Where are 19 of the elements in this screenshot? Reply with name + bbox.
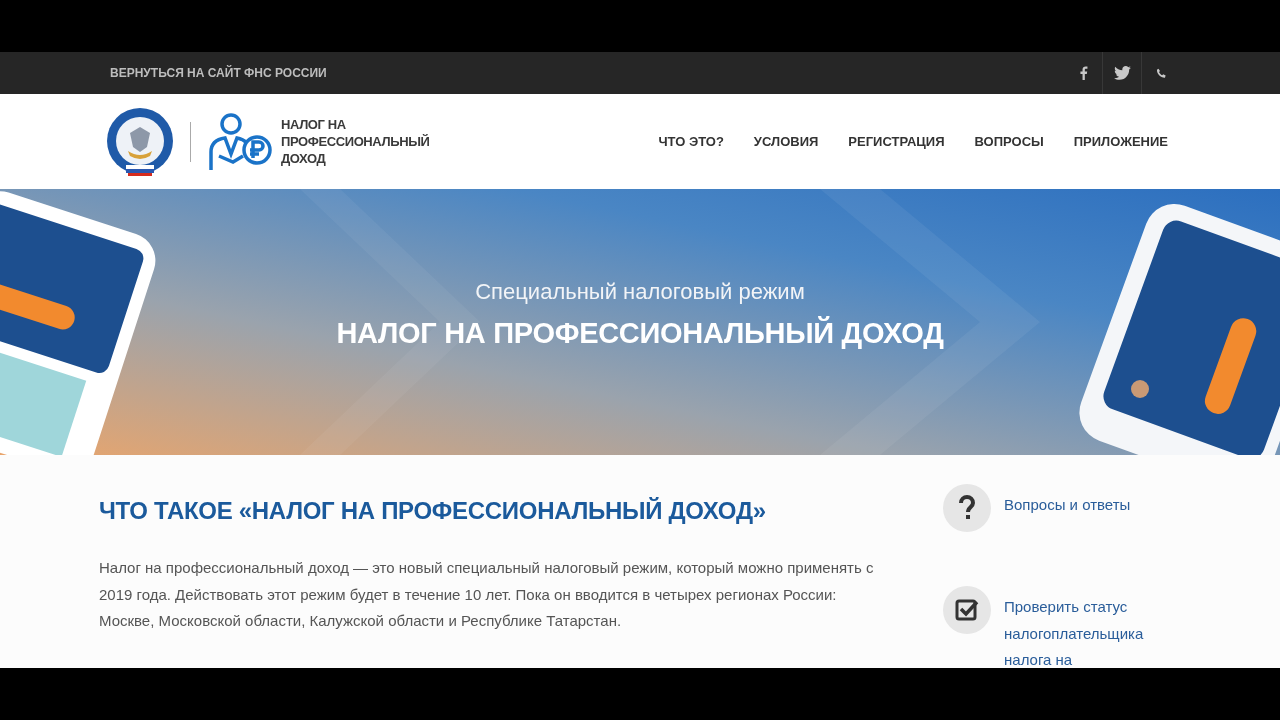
- nav-link[interactable]: УСЛОВИЯ: [753, 134, 819, 149]
- twitter-icon[interactable]: [1113, 66, 1131, 80]
- checkbox-icon: [942, 585, 992, 635]
- sidebar-link[interactable]: Проверить статус налогоплательщика налога на: [1004, 594, 1164, 668]
- emblem-logo-icon: [106, 106, 174, 177]
- nav-link[interactable]: ПРИЛОЖЕНИЕ: [1073, 134, 1168, 149]
- question-icon: [942, 483, 992, 533]
- phone-icon[interactable]: [1155, 67, 1167, 79]
- nav-link[interactable]: ЧТО ЭТО?: [658, 134, 724, 149]
- nav-link[interactable]: ВОПРОСЫ: [974, 134, 1044, 149]
- sidebar-link[interactable]: Вопросы и ответы: [1004, 492, 1164, 519]
- intro-paragraph: Налог на профессиональный доход — это новый специальный налоговый режим, который можно применять с 2019 года. Действовать этот режим будет в течение 10 лет. Пока он вводится в четырех регионах России: Москве, Московской области, Калужской области и Республике Татарстан.: [99, 558, 875, 631]
- facebook-icon[interactable]: [1078, 66, 1088, 80]
- nav-link[interactable]: РЕГИСТРАЦИЯ: [848, 134, 945, 149]
- section-heading: ЧТО ТАКОЕ «НАЛОГ НА ПРОФЕССИОНАЛЬНЫЙ ДОХОД»: [99, 497, 767, 525]
- person-ruble-logo-icon: [207, 111, 273, 172]
- hero-title: НАЛОГ НА ПРОФЕССИОНАЛЬНЫЙ ДОХОД: [336, 317, 944, 350]
- hero-subtitle: Специальный налоговый режим: [475, 279, 805, 305]
- brand-title: НАЛОГ НА ПРОФЕССИОНАЛЬНЫЙ ДОХОД: [281, 116, 431, 167]
